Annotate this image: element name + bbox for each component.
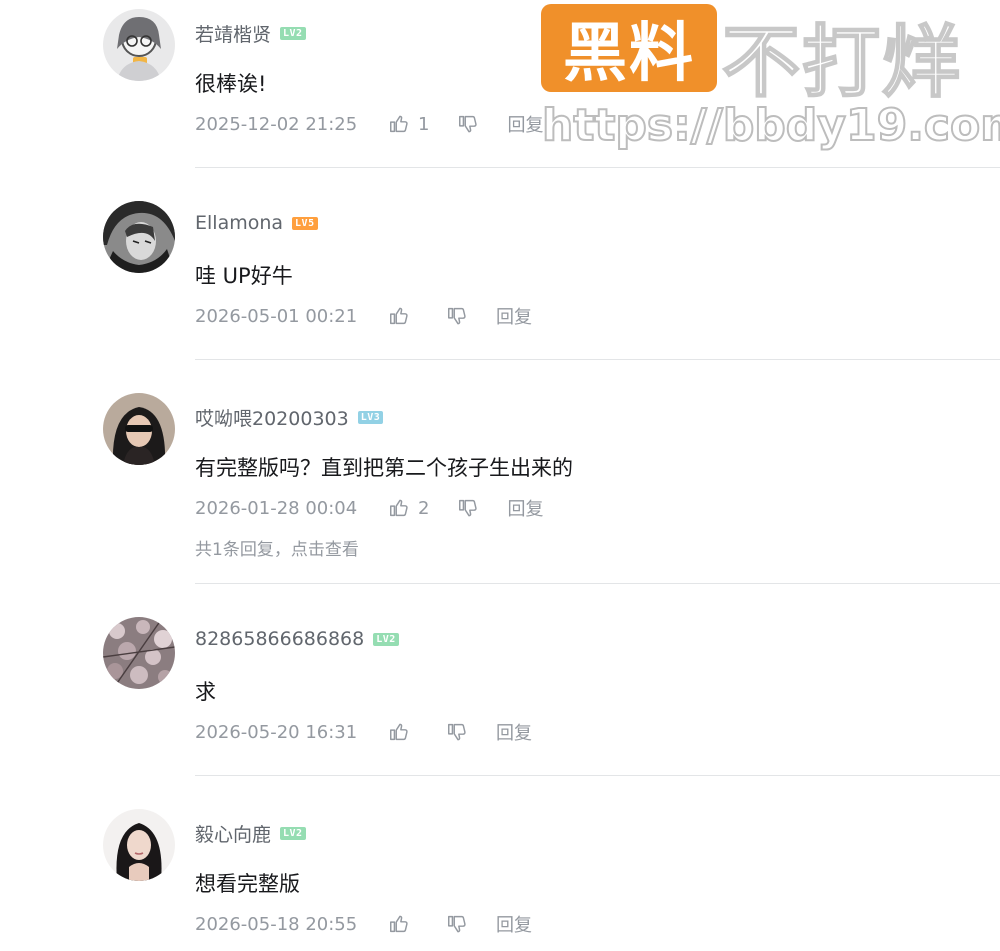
- level-badge: LV2: [280, 27, 306, 40]
- avatar[interactable]: [103, 9, 175, 81]
- thumbs-down-icon: [459, 499, 478, 517]
- like-button[interactable]: [388, 721, 418, 743]
- comment-time: 2026-05-20 16:31: [195, 721, 358, 743]
- thumbs-down-icon: [459, 115, 478, 133]
- username-text[interactable]: Ellamona: [195, 212, 283, 234]
- reply-button[interactable]: 回复: [496, 303, 532, 329]
- reply-button[interactable]: 回复: [496, 719, 532, 745]
- thumbs-down-icon: [448, 307, 466, 325]
- dislike-button[interactable]: [457, 113, 479, 135]
- divider: [195, 359, 1000, 360]
- dislike-button[interactable]: [457, 497, 479, 519]
- comment-text: 很棒诶!: [195, 72, 267, 96]
- comment-meta: 2026-01-28 00:04 2 回复: [195, 495, 543, 521]
- thumbs-down-icon: [448, 915, 466, 933]
- thumbs-down-icon: [448, 723, 466, 741]
- comment-time: 2026-05-01 00:21: [195, 305, 358, 327]
- like-count: 1: [418, 113, 430, 135]
- username[interactable]: Ellamona LV5: [195, 212, 318, 234]
- comment-time: 2026-01-28 00:04: [195, 497, 358, 519]
- comment-meta: 2026-05-01 00:21 回复: [195, 303, 532, 329]
- thumbs-up-icon: [390, 723, 408, 741]
- username[interactable]: 哎呦喂20200303 LV3: [195, 404, 384, 431]
- comment-time: 2025-12-02 21:25: [195, 113, 358, 135]
- like-button[interactable]: 1: [388, 113, 429, 135]
- dislike-button[interactable]: [446, 913, 468, 935]
- like-count: 2: [418, 497, 430, 519]
- comment-meta: 2026-05-18 20:55 回复: [195, 911, 532, 937]
- reply-button[interactable]: 回复: [507, 111, 543, 137]
- dislike-button[interactable]: [446, 721, 468, 743]
- level-badge: LV5: [292, 216, 318, 230]
- level-badge: LV3: [357, 411, 384, 424]
- like-button[interactable]: [388, 305, 418, 327]
- thumbs-up-icon: [390, 307, 408, 325]
- watermark-brand-box: 黑料: [541, 4, 717, 92]
- divider: [195, 775, 1000, 776]
- avatar[interactable]: [103, 201, 175, 273]
- avatar[interactable]: [103, 393, 175, 465]
- username[interactable]: 若靖楷贤 LV2: [195, 20, 306, 47]
- comment-meta: 2025-12-02 21:25 1 回复: [195, 111, 543, 137]
- divider: [195, 167, 1000, 168]
- like-button[interactable]: 2: [388, 497, 429, 519]
- username-text[interactable]: 哎呦喂20200303: [195, 404, 349, 431]
- avatar-image: [103, 201, 175, 273]
- username-text[interactable]: 82865866686868: [195, 628, 364, 650]
- watermark-url: https://bbdy19.com: [541, 99, 1000, 152]
- thumbs-up-icon: [390, 499, 408, 517]
- avatar[interactable]: [103, 617, 175, 689]
- watermark-brand-text: 黑料: [563, 17, 695, 91]
- reply-button[interactable]: 回复: [496, 911, 532, 937]
- reply-button[interactable]: 回复: [507, 495, 543, 521]
- dislike-button[interactable]: [446, 305, 468, 327]
- avatar-image: [103, 393, 175, 465]
- view-replies-link[interactable]: 共1条回复，点击查看: [195, 535, 359, 560]
- thumbs-up-icon: [390, 115, 408, 133]
- like-button[interactable]: [388, 913, 418, 935]
- comment-text: 求: [195, 680, 216, 704]
- comment-text: 哇 UP好牛: [195, 264, 293, 288]
- username-text[interactable]: 若靖楷贤: [195, 20, 271, 47]
- username[interactable]: 毅心向鹿 LV2: [195, 820, 306, 847]
- divider: [195, 583, 1000, 584]
- level-badge: LV2: [280, 827, 306, 840]
- comment-meta: 2026-05-20 16:31 回复: [195, 719, 532, 745]
- comment-text: 有完整版吗？直到把第二个孩子生出来的: [195, 456, 573, 480]
- comment-text: 想看完整版: [195, 872, 300, 896]
- watermark-slogan: 不打烊: [721, 17, 963, 109]
- comment-time: 2026-05-18 20:55: [195, 913, 358, 935]
- avatar-image: [103, 9, 175, 81]
- avatar-image: [103, 809, 175, 881]
- thumbs-up-icon: [390, 915, 408, 933]
- level-badge: LV2: [373, 632, 399, 646]
- avatar[interactable]: [103, 809, 175, 881]
- username[interactable]: 82865866686868 LV2: [195, 628, 399, 650]
- avatar-image: [103, 617, 175, 689]
- username-text[interactable]: 毅心向鹿: [195, 820, 271, 847]
